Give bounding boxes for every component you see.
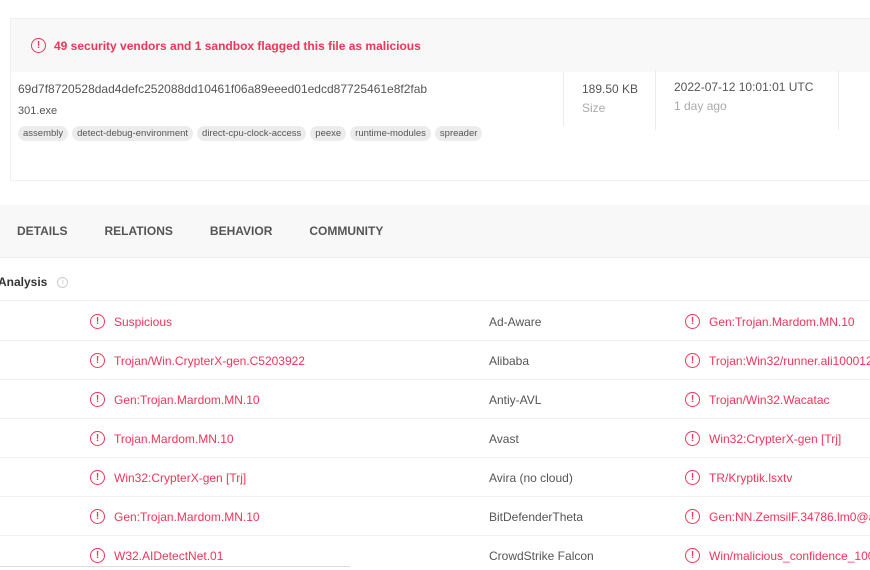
analysis-header: Analysis i [0,264,870,301]
tag[interactable]: detect-debug-environment [72,126,194,141]
file-size-label: Size [582,101,606,115]
alert-circle-icon: ! [90,314,105,329]
tag[interactable]: direct-cpu-clock-access [197,126,307,141]
tag[interactable]: assembly [18,126,69,141]
detection-left: ! Suspicious [90,302,172,341]
detection-right: ! Win/malicious_confidence_100 [685,536,870,570]
detection-result: Trojan/Win.CrypterX-gen.C5203922 [114,353,305,368]
detection-right: ! Trojan:Win32/runner.ali100012 [685,341,870,380]
tag[interactable]: spreader [434,126,483,141]
detection-result: Suspicious [114,314,173,329]
file-size-value: 189.50 KB [582,82,639,96]
file-date: 2022-07-12 10:01:01 UTC 1 day ago [655,70,839,130]
alert-circle-icon: ! [90,548,105,563]
detection-right: ! Gen:NN.ZemsilF.34786.lm0@a [685,497,870,536]
info-icon[interactable]: i [57,276,69,288]
detection-left: ! W32.AIDetectNet.01 [90,536,223,570]
detection-result: Gen:Trojan.Mardom.MN.10 [709,314,855,329]
tab-bar: DETAILS RELATIONS BEHAVIOR COMMUNITY [0,205,870,258]
vendor-name: Avira (no cloud) [489,470,573,485]
table-row: ! Trojan.Mardom.MN.10 Avast! Win32:CrypterX… [0,419,870,458]
detection-result: Win32:CrypterX-gen [Trj] [114,470,247,485]
detection-result: Gen:Trojan.Mardom.MN.10 [114,392,260,407]
detection-result: Trojan.Mardom.MN.10 [114,431,234,446]
detection-result: Trojan/Win32.Wacatac [709,392,830,407]
file-date-relative: 1 day ago [674,99,727,113]
vendor-name: Avast [489,431,519,446]
detection-left: ! Gen:Trojan.Mardom.MN.10 [90,380,260,419]
table-row: ! Suspicious Ad-Aware! Gen:Trojan.Mardom.MN… [0,302,870,341]
table-row: ! W32.AIDetectNet.01 CrowdStrike Falcon! Wi… [0,536,870,570]
file-size: 189.50 KB Size [563,72,655,126]
tag[interactable]: peexe [310,126,347,141]
tag-list: assembly detect-debug-environment direct… [18,126,483,141]
alert-circle-icon: ! [90,392,105,407]
alert-circle-icon: ! [685,353,700,368]
divider [0,566,350,567]
detection-right: ! TR/Kryptik.lsxtv [685,458,792,497]
detection-result: Win32:CrypterX-gen [Trj] [709,431,842,446]
malicious-alert-banner: ! 49 security vendors and 1 sandbox flag… [11,19,870,72]
vendor-name: Antiy-AVL [489,392,542,407]
detection-left: ! Gen:Trojan.Mardom.MN.10 [90,497,260,536]
alert-circle-icon: ! [90,470,105,485]
alert-circle-icon: ! [685,314,700,329]
table-row: ! Gen:Trojan.Mardom.MN.10 Antiy-AVL! Trojan… [0,380,870,419]
vendor-name: BitDefenderTheta [489,509,584,524]
alert-circle-icon: ! [90,509,105,524]
table-row: ! Gen:Trojan.Mardom.MN.10 BitDefenderTheta… [0,497,870,536]
table-row: ! Trojan/Win.CrypterX-gen.C5203922 Alibaba… [0,341,870,380]
detection-result: Trojan:Win32/runner.ali100012 [709,353,870,368]
file-name: 301.exe [18,105,58,117]
detection-right: ! Trojan/Win32.Wacatac [685,380,830,419]
alert-circle-icon: ! [685,509,700,524]
tab-relations[interactable]: RELATIONS [104,224,172,238]
detection-result: W32.AIDetectNet.01 [114,548,224,563]
detection-left: ! Trojan.Mardom.MN.10 [90,419,234,458]
alert-circle-icon: ! [685,548,700,563]
alert-circle-icon: ! [90,353,105,368]
detection-result: Gen:NN.ZemsilF.34786.lm0@a [709,509,870,524]
tab-behavior[interactable]: BEHAVIOR [210,224,272,238]
detection-left: ! Trojan/Win.CrypterX-gen.C5203922 [90,341,305,380]
alert-text: 49 security vendors and 1 sandbox flagge… [54,38,421,53]
alert-circle-icon: ! [685,470,700,485]
detection-left: ! Win32:CrypterX-gen [Trj] [90,458,246,497]
alert-circle-icon: ! [685,431,700,446]
file-info: 69d7f8720528dad4defc252088dd10461f06a89e… [18,82,483,141]
vendor-name: Ad-Aware [489,314,542,329]
alert-circle-icon: ! [685,392,700,407]
vendor-name: Alibaba [489,353,530,368]
detection-result: Win/malicious_confidence_100 [709,548,870,563]
section-title: Analysis [0,275,48,289]
file-date-value: 2022-07-12 10:01:01 UTC [674,80,814,94]
alert-circle-icon: ! [31,38,46,53]
detection-right: ! Gen:Trojan.Mardom.MN.10 [685,302,855,341]
file-hash[interactable]: 69d7f8720528dad4defc252088dd10461f06a89e… [18,82,482,96]
table-row: ! Win32:CrypterX-gen [Trj] Avira (no cloud… [0,458,870,497]
tab-community[interactable]: COMMUNITY [309,224,383,238]
detection-table: ! Suspicious Ad-Aware! Gen:Trojan.Mardom.MN… [0,302,870,570]
detection-result: TR/Kryptik.lsxtv [709,470,793,485]
tag[interactable]: runtime-modules [350,126,431,141]
detection-right: ! Win32:CrypterX-gen [Trj] [685,419,841,458]
detection-result: Gen:Trojan.Mardom.MN.10 [114,509,260,524]
alert-circle-icon: ! [90,431,105,446]
vendor-name: CrowdStrike Falcon [489,548,594,563]
tab-details[interactable]: DETAILS [17,224,67,238]
